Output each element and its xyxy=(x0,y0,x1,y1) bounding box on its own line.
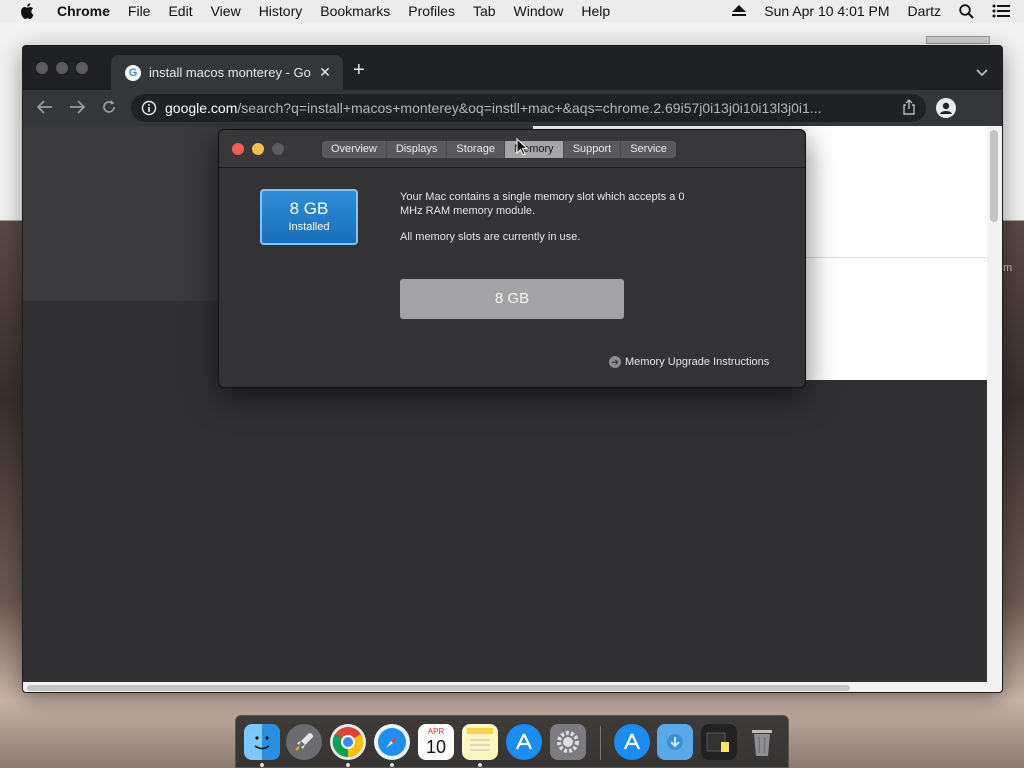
menu-history[interactable]: History xyxy=(250,0,312,22)
menu-file[interactable]: File xyxy=(119,0,160,22)
app-store-icon[interactable] xyxy=(506,724,542,760)
google-favicon-icon: G xyxy=(125,64,141,81)
mouse-pointer-icon xyxy=(516,137,529,161)
background-window-edge xyxy=(926,36,990,44)
window-zoom-button[interactable] xyxy=(76,62,88,74)
profile-avatar-icon[interactable] xyxy=(936,98,956,118)
card-divider xyxy=(803,257,988,258)
safari-running-indicator xyxy=(390,763,394,767)
menu-tab[interactable]: Tab xyxy=(464,0,505,22)
tab-displays[interactable]: Displays xyxy=(387,141,448,158)
new-tab-button[interactable]: + xyxy=(353,59,365,82)
address-bar[interactable]: google.com/search?q=install+macos+monter… xyxy=(131,94,926,122)
menu-help[interactable]: Help xyxy=(572,0,619,22)
dock: APR 10 xyxy=(235,715,789,768)
menu-view[interactable]: View xyxy=(202,0,250,22)
tab-memory[interactable]: Memory xyxy=(504,141,564,158)
safari-compass-icon[interactable] xyxy=(374,724,410,760)
menu-profiles[interactable]: Profiles xyxy=(399,0,464,22)
about-this-mac-window: Overview Displays Storage Memory Support… xyxy=(218,129,806,388)
memory-upgrade-link[interactable]: ➜ Memory Upgrade Instructions xyxy=(609,356,769,368)
system-preferences-gear-icon[interactable] xyxy=(550,724,586,760)
launchpad-rocket-icon[interactable] xyxy=(286,724,322,760)
menu-bar: Chrome File Edit View History Bookmarks … xyxy=(0,0,1024,22)
vertical-scroll-thumb[interactable] xyxy=(990,130,998,222)
menu-edit[interactable]: Edit xyxy=(159,0,201,22)
trash-icon[interactable] xyxy=(744,724,780,760)
forward-arrow-icon[interactable] xyxy=(69,99,86,120)
horizontal-scroll-thumb[interactable] xyxy=(27,685,850,691)
apple-menu-icon[interactable] xyxy=(0,3,48,19)
chrome-running-indicator xyxy=(346,763,350,767)
background-text: m xyxy=(1003,262,1013,274)
notes-running-indicator xyxy=(478,763,482,767)
tab-support[interactable]: Support xyxy=(564,141,622,158)
memory-installed-badge: 8 GB Installed xyxy=(260,189,358,245)
back-arrow-icon[interactable] xyxy=(36,99,53,120)
site-info-icon[interactable] xyxy=(141,100,157,116)
finder-icon[interactable] xyxy=(244,724,280,760)
memory-description: Your Mac contains a single memory slot w… xyxy=(400,190,710,244)
calendar-day: 10 xyxy=(425,737,447,757)
menu-window[interactable]: Window xyxy=(505,0,573,22)
window-minimize-button[interactable] xyxy=(56,62,68,74)
applications-folder-icon[interactable] xyxy=(614,724,650,760)
chrome-icon[interactable] xyxy=(330,724,366,760)
reload-icon[interactable] xyxy=(101,99,117,120)
documents-stack-icon[interactable] xyxy=(701,724,737,760)
arrow-right-circle-icon: ➜ xyxy=(609,356,621,368)
menubar-user[interactable]: Dartz xyxy=(899,0,950,22)
share-icon[interactable] xyxy=(902,98,916,118)
url-path: /search?q=install+macos+monterey&oq=inst… xyxy=(237,100,822,116)
memory-upgrade-label: Memory Upgrade Instructions xyxy=(625,356,770,368)
browser-toolbar: google.com/search?q=install+macos+monter… xyxy=(23,90,1002,126)
dialog-tab-bar: Overview Displays Storage Memory Support… xyxy=(322,141,676,158)
calendar-month: APR xyxy=(427,727,445,736)
finder-running-indicator xyxy=(260,763,264,767)
window-close-button[interactable] xyxy=(36,62,48,74)
tab-close-icon[interactable]: ✕ xyxy=(317,64,333,81)
dialog-minimize-button[interactable] xyxy=(252,143,264,155)
tab-storage[interactable]: Storage xyxy=(447,141,505,158)
eject-icon[interactable] xyxy=(723,5,755,17)
browser-tab[interactable]: G install macos monterey - Goog ✕ xyxy=(111,55,343,90)
address-url[interactable]: google.com/search?q=install+macos+monter… xyxy=(165,100,892,116)
memory-description-usage: All memory slots are currently in use. xyxy=(400,231,581,243)
notification-center-icon[interactable] xyxy=(983,4,1024,18)
url-host: google.com xyxy=(165,100,238,116)
memory-installed-label: Installed xyxy=(288,221,330,233)
tab-strip: G install macos monterey - Goog ✕ + xyxy=(23,46,1002,90)
menu-app-chrome[interactable]: Chrome xyxy=(48,0,119,22)
menu-bookmarks[interactable]: Bookmarks xyxy=(311,0,399,22)
tab-search-chevron-icon[interactable] xyxy=(976,64,988,82)
menubar-clock[interactable]: Sun Apr 10 4:01 PM xyxy=(755,0,898,22)
dialog-close-button[interactable] xyxy=(232,143,244,155)
dialog-titlebar: Overview Displays Storage Memory Support… xyxy=(219,130,805,168)
memory-description-slot: Your Mac contains a single memory slot w… xyxy=(400,191,685,217)
dock-separator xyxy=(600,726,601,760)
downloads-folder-icon[interactable] xyxy=(657,724,693,760)
dialog-zoom-button[interactable] xyxy=(272,143,284,155)
horizontal-scrollbar[interactable] xyxy=(23,682,989,692)
calendar-icon[interactable]: APR 10 xyxy=(418,724,454,760)
vertical-scrollbar[interactable] xyxy=(987,126,1002,692)
tab-service[interactable]: Service xyxy=(621,141,676,158)
notes-icon[interactable] xyxy=(462,724,498,760)
spotlight-search-icon[interactable] xyxy=(950,3,983,19)
tab-overview[interactable]: Overview xyxy=(322,141,387,158)
memory-slot: 8 GB xyxy=(400,279,624,319)
memory-size: 8 GB xyxy=(289,199,329,218)
tab-title: install macos monterey - Goog xyxy=(149,65,311,80)
